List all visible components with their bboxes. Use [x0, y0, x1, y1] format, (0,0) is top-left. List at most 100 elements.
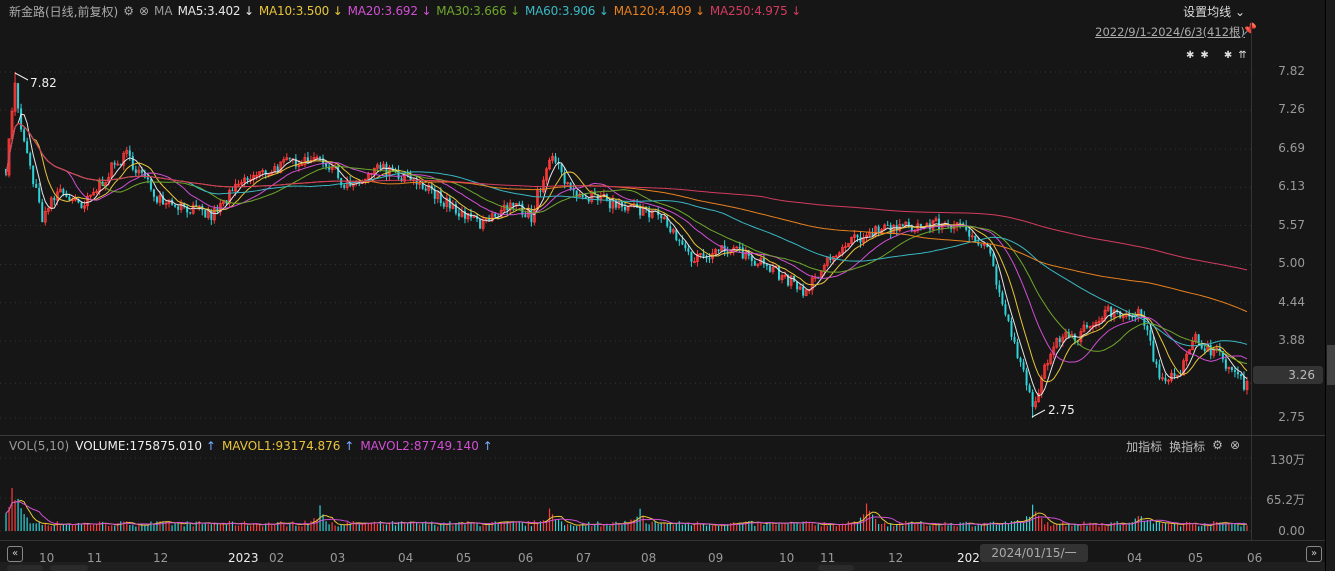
candle — [524, 214, 527, 218]
candle — [1016, 342, 1019, 359]
candle — [1158, 364, 1161, 379]
candle — [35, 184, 38, 188]
chevron-down-icon: ⌄ — [1234, 5, 1245, 19]
candle — [146, 177, 149, 180]
price-tick: 6.69 — [1278, 141, 1305, 156]
candle — [980, 244, 983, 246]
candle — [796, 281, 799, 290]
candle — [23, 129, 26, 142]
candle — [1058, 338, 1061, 343]
vol-tick: 130万 — [1270, 453, 1305, 467]
vol-value: VOLUME:175875.010 ↑ — [75, 439, 216, 453]
candle — [1242, 376, 1245, 390]
candle — [886, 224, 889, 226]
candle — [623, 206, 626, 211]
close-icon[interactable]: ⊗ — [1230, 438, 1240, 455]
candle — [554, 156, 557, 163]
add-indicator-button[interactable]: 加指标 — [1126, 438, 1162, 455]
price-tick: 6.13 — [1278, 179, 1305, 194]
candle — [195, 205, 198, 207]
candle — [343, 185, 346, 188]
price-tick: 5.00 — [1278, 256, 1305, 271]
gear-icon[interactable]: ⚙ — [123, 4, 134, 18]
candle — [675, 229, 678, 241]
candle — [856, 234, 859, 238]
candle — [992, 253, 995, 267]
candle — [690, 251, 693, 262]
candle — [29, 153, 32, 166]
candle — [765, 264, 768, 266]
candle — [1155, 361, 1158, 365]
candle — [1010, 320, 1013, 337]
bottom-scrollbar[interactable] — [0, 562, 1325, 571]
ma-value: MA10:3.500 ↓ — [258, 4, 343, 18]
time-axis: « » 10 11 12 2023 02 03 04 05 06 07 08 09 10 11 12 2024… — [0, 540, 1325, 565]
candle — [1022, 362, 1025, 370]
high-annotation: 7.82 — [30, 76, 57, 90]
candle — [32, 165, 35, 185]
candle — [919, 223, 922, 227]
candle — [424, 188, 427, 191]
vol-title: VOL(5,10) — [9, 439, 70, 453]
candle — [1001, 292, 1004, 305]
candlestick-chart[interactable] — [0, 0, 1325, 562]
ma5-line — [5, 113, 1248, 397]
pane-divider[interactable] — [0, 435, 1325, 436]
candle — [189, 212, 192, 214]
candle — [518, 203, 521, 205]
candle — [128, 150, 131, 157]
marker-icons[interactable]: ✱✱ ✱⇈ — [1186, 50, 1253, 61]
ma-settings-label: 设置均线 — [1183, 5, 1232, 19]
crosshair-date-label: 2024/01/15/一 — [980, 544, 1088, 562]
pin-icon[interactable]: 📌 — [1242, 22, 1257, 36]
high-arrow — [14, 72, 29, 81]
vol-value: MAVOL2:87749.140 ↑ — [360, 439, 493, 453]
candle — [726, 251, 729, 253]
ma-value: MA30:3.666 ↓ — [436, 4, 521, 18]
price-tick: 7.26 — [1278, 102, 1305, 117]
trend-arrow-icon: ↓ — [791, 4, 802, 18]
scroll-left-button[interactable]: « — [7, 546, 23, 562]
candle — [998, 284, 1001, 293]
candle — [968, 229, 971, 237]
switch-indicator-button[interactable]: 换指标 — [1169, 438, 1205, 455]
candle — [177, 206, 180, 210]
trend-arrow-icon: ↓ — [244, 4, 254, 18]
candle — [53, 198, 56, 201]
candle — [155, 196, 158, 203]
candle — [648, 208, 651, 218]
candle — [1004, 304, 1007, 315]
candle — [530, 209, 533, 223]
candle — [1085, 325, 1088, 328]
trend-arrow-icon: ↓ — [510, 4, 521, 18]
candle — [442, 203, 445, 207]
candle — [684, 244, 687, 249]
stock-title[interactable]: 新金路(日线,前复权) — [9, 3, 118, 20]
date-range-link[interactable]: 2022/9/1-2024/6/3(412根) — [1095, 24, 1245, 40]
candle — [479, 218, 482, 229]
candle — [907, 222, 910, 226]
scroll-right-button[interactable]: » — [1306, 546, 1322, 562]
ma60-line — [5, 122, 1248, 347]
vertical-scrollbar[interactable] — [1325, 0, 1335, 571]
candle — [1224, 359, 1227, 369]
candle — [1239, 374, 1242, 377]
gear-icon[interactable]: ⚙ — [1212, 438, 1223, 455]
price-tick: 2.75 — [1278, 410, 1305, 424]
candle — [1028, 385, 1031, 393]
candle — [1209, 345, 1212, 356]
ma-label: MA — [154, 4, 173, 18]
axis-divider — [1251, 22, 1252, 540]
close-icon[interactable]: ⊗ — [139, 4, 149, 18]
ma-value: MA250:4.975 ↓ — [709, 4, 802, 18]
trend-arrow-icon: ↑ — [205, 439, 216, 453]
ma10-line — [5, 122, 1248, 383]
volume-indicator-bar: VOL(5,10) VOLUME:175875.010 ↑ MAVOL1:9317… — [9, 439, 493, 453]
candle — [337, 166, 340, 179]
ma-settings-dropdown[interactable]: 设置均线 ⌄ — [1183, 3, 1245, 20]
ma30-line — [5, 122, 1248, 365]
candle — [231, 190, 234, 192]
trend-arrow-icon: ↓ — [598, 4, 609, 18]
candle — [681, 240, 684, 245]
candle — [113, 162, 116, 165]
